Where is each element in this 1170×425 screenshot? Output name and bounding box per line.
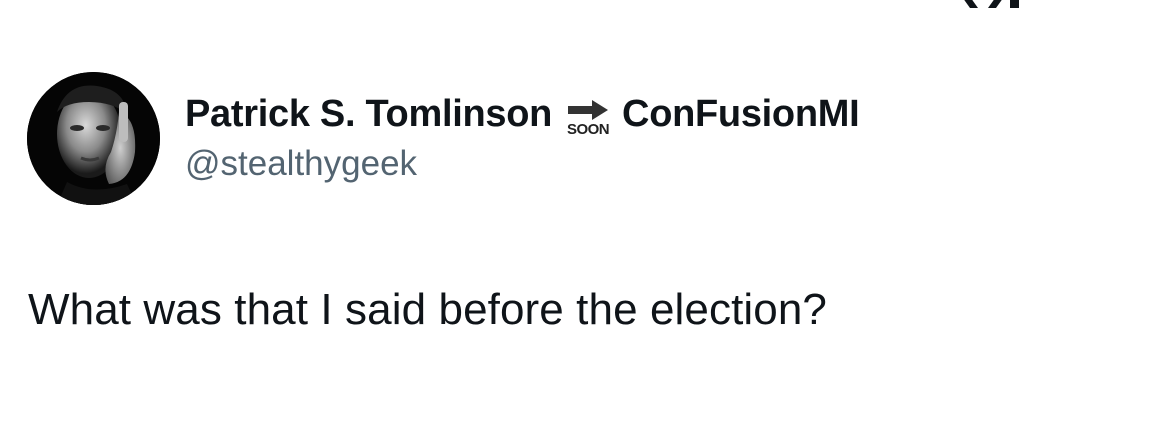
name-row: Patrick S. Tomlinson SOON ConFusionMI: [185, 86, 1085, 142]
tweet: Patrick S. Tomlinson SOON ConFusionMI @s…: [0, 0, 1170, 425]
display-name-suffix[interactable]: ConFusionMI: [622, 93, 860, 136]
tweet-text: What was that I said before the election…: [28, 285, 827, 334]
soon-badge: SOON: [566, 99, 610, 137]
author-handle[interactable]: @stealthygeek: [185, 144, 1085, 184]
soon-badge-label: SOON: [566, 121, 610, 138]
display-name[interactable]: Patrick S. Tomlinson: [185, 93, 552, 136]
tweet-author: Patrick S. Tomlinson SOON ConFusionMI @s…: [185, 86, 1085, 206]
arrow-right-icon: [568, 100, 609, 120]
avatar[interactable]: [27, 72, 160, 205]
